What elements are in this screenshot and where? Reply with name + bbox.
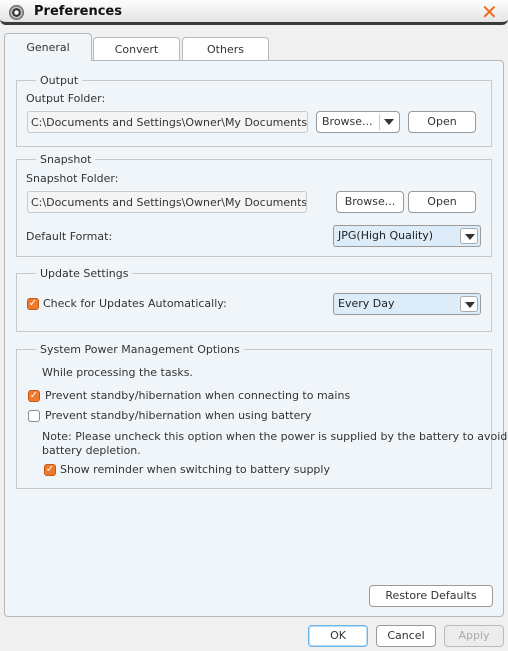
note-line-2: battery depletion.: [42, 444, 141, 457]
default-format-label: Default Format:: [26, 230, 113, 243]
output-open-button[interactable]: Open: [408, 111, 476, 133]
output-browse-button[interactable]: Browse...: [316, 111, 400, 133]
snapshot-folder-field[interactable]: C:\Documents and Settings\Owner\My Docum…: [27, 191, 307, 213]
close-icon[interactable]: ✕: [481, 0, 498, 24]
battery-label: Prevent standby/hibernation when using b…: [45, 409, 312, 422]
power-intro: While processing the tasks.: [42, 366, 193, 379]
mains-checkbox[interactable]: ✓: [28, 390, 40, 402]
cancel-button[interactable]: Cancel: [376, 625, 436, 647]
ok-button[interactable]: OK: [308, 625, 368, 647]
reminder-label: Show reminder when switching to battery …: [60, 463, 330, 476]
battery-checkbox[interactable]: [28, 410, 40, 422]
window-title: Preferences: [34, 4, 122, 19]
note-line-1: Note: Please uncheck this option when th…: [42, 430, 508, 443]
apply-button[interactable]: Apply: [444, 625, 504, 647]
tab-convert[interactable]: Convert: [93, 37, 180, 61]
default-format-select[interactable]: JPG(High Quality): [333, 225, 481, 247]
update-frequency-select[interactable]: Every Day: [333, 293, 481, 315]
snapshot-open-button[interactable]: Open: [408, 191, 476, 213]
update-group-label: Update Settings: [36, 267, 133, 280]
output-group-label: Output: [36, 74, 83, 87]
mains-label: Prevent standby/hibernation when connect…: [45, 389, 351, 402]
snapshot-group-label: Snapshot: [36, 153, 96, 166]
tab-general[interactable]: General: [4, 33, 92, 61]
snapshot-folder-label: Snapshot Folder:: [26, 172, 119, 185]
browse-label: Browse...: [322, 115, 373, 128]
chevron-down-icon[interactable]: [460, 296, 478, 312]
chevron-down-icon[interactable]: [460, 228, 478, 244]
chevron-down-icon[interactable]: [379, 114, 397, 130]
snapshot-browse-button[interactable]: Browse...: [336, 191, 404, 213]
restore-defaults-button[interactable]: Restore Defaults: [369, 585, 493, 607]
frequency-value: Every Day: [338, 297, 395, 310]
output-folder-label: Output Folder:: [26, 92, 106, 105]
output-folder-field[interactable]: C:\Documents and Settings\Owner\My Docum…: [27, 111, 308, 133]
format-value: JPG(High Quality): [338, 229, 434, 242]
app-icon: [9, 5, 24, 20]
tab-others[interactable]: Others: [182, 37, 269, 61]
reminder-checkbox[interactable]: ✓: [44, 464, 56, 476]
check-updates-checkbox[interactable]: ✓: [27, 298, 39, 310]
check-updates-label: Check for Updates Automatically:: [43, 297, 227, 310]
power-group-label: System Power Management Options: [36, 343, 244, 356]
